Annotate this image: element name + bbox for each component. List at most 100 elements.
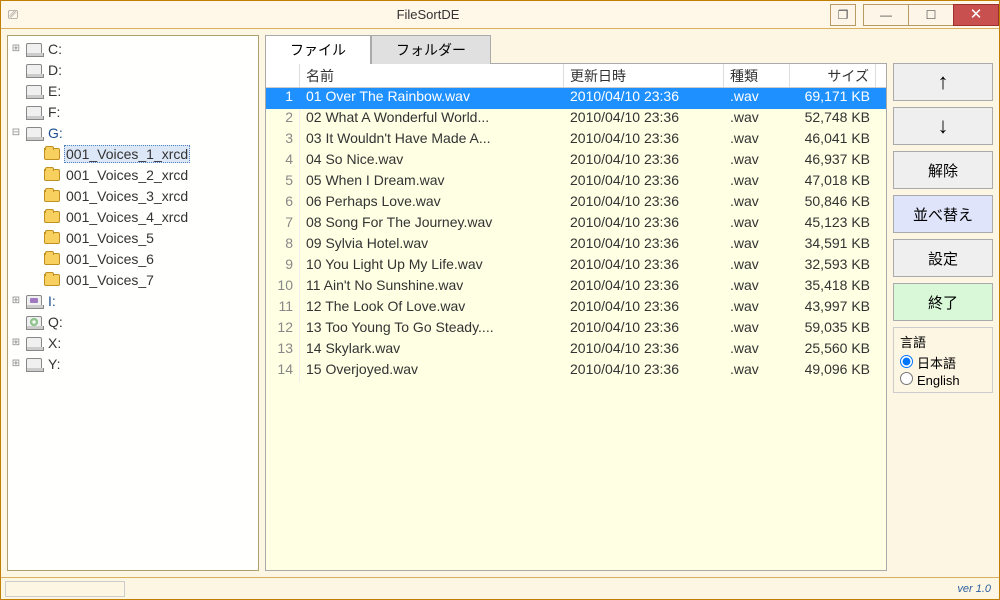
expand-icon[interactable]: ⊞ — [10, 43, 22, 54]
tree-item[interactable]: ⊞Y: — [8, 353, 258, 374]
col-date[interactable]: 更新日時 — [564, 64, 724, 87]
file-row[interactable]: 708 Song For The Journey.wav2010/04/10 2… — [266, 214, 886, 235]
folder-icon — [44, 232, 60, 244]
col-number[interactable] — [266, 64, 300, 87]
file-name: 10 You Light Up My Life.wav — [300, 256, 564, 277]
file-row[interactable]: 1011 Ain't No Sunshine.wav2010/04/10 23:… — [266, 277, 886, 298]
file-size: 46,041 KB — [790, 130, 876, 151]
folder-icon — [44, 253, 60, 265]
file-row[interactable]: 1112 The Look Of Love.wav2010/04/10 23:3… — [266, 298, 886, 319]
unlock-button[interactable]: 解除 — [893, 151, 993, 189]
file-row[interactable]: 202 What A Wonderful World...2010/04/10 … — [266, 109, 886, 130]
tree-label: G: — [46, 125, 65, 141]
move-up-button[interactable]: ↑ — [893, 63, 993, 101]
app-menu-icon[interactable]: ⎚ — [1, 7, 25, 23]
row-number: 13 — [266, 340, 300, 361]
tree-label: 001_Voices_1_xrcd — [64, 145, 190, 163]
row-number: 3 — [266, 130, 300, 151]
tree-item[interactable]: ⊞001_Voices_3_xrcd — [26, 185, 258, 206]
language-group: 言語 日本語 English — [893, 327, 993, 393]
window-title: FileSortDE — [25, 7, 831, 22]
col-name[interactable]: 名前 — [300, 64, 564, 87]
tree-item[interactable]: ⊞Q: — [8, 311, 258, 332]
col-type[interactable]: 種類 — [724, 64, 790, 87]
file-row[interactable]: 101 Over The Rainbow.wav2010/04/10 23:36… — [266, 88, 886, 109]
file-row[interactable]: 910 You Light Up My Life.wav2010/04/10 2… — [266, 256, 886, 277]
lang-en-option[interactable]: English — [900, 372, 986, 388]
tree-item[interactable]: ⊞F: — [8, 101, 258, 122]
file-date: 2010/04/10 23:36 — [564, 151, 724, 172]
file-type: .wav — [724, 256, 790, 277]
file-row[interactable]: 809 Sylvia Hotel.wav2010/04/10 23:36.wav… — [266, 235, 886, 256]
row-number: 8 — [266, 235, 300, 256]
tree-item[interactable]: ⊞ X: — [8, 332, 258, 353]
settings-button[interactable]: 設定 — [893, 239, 993, 277]
tree-label: 001_Voices_4_xrcd — [64, 209, 190, 225]
file-list: 名前 更新日時 種類 サイズ 101 Over The Rainbow.wav2… — [265, 63, 887, 571]
file-type: .wav — [724, 235, 790, 256]
main-panel: ファイル フォルダー 名前 更新日時 種類 サイズ 101 Over The R… — [265, 35, 887, 571]
window-minimize-button[interactable]: — — [863, 4, 909, 26]
file-date: 2010/04/10 23:36 — [564, 319, 724, 340]
tree-item[interactable]: ⊟ G: — [8, 122, 258, 143]
tree-item[interactable]: ⊞001_Voices_4_xrcd — [26, 206, 258, 227]
tree-item[interactable]: ⊞001_Voices_5 — [26, 227, 258, 248]
row-number: 9 — [266, 256, 300, 277]
tree-label: D: — [46, 62, 64, 78]
file-row[interactable]: 404 So Nice.wav2010/04/10 23:36.wav46,93… — [266, 151, 886, 172]
file-type: .wav — [724, 319, 790, 340]
row-number: 5 — [266, 172, 300, 193]
drive-icon — [26, 85, 42, 97]
file-date: 2010/04/10 23:36 — [564, 235, 724, 256]
file-row[interactable]: 1213 Too Young To Go Steady....2010/04/1… — [266, 319, 886, 340]
tree-item[interactable]: ⊞C: — [8, 38, 258, 59]
file-rows: 101 Over The Rainbow.wav2010/04/10 23:36… — [266, 88, 886, 570]
sort-button[interactable]: 並べ替え — [893, 195, 993, 233]
file-name: 02 What A Wonderful World... — [300, 109, 564, 130]
file-row[interactable]: 303 It Wouldn't Have Made A...2010/04/10… — [266, 130, 886, 151]
lang-jp-option[interactable]: 日本語 — [900, 353, 986, 372]
exit-button[interactable]: 終了 — [893, 283, 993, 321]
file-type: .wav — [724, 298, 790, 319]
expand-icon[interactable]: ⊞ — [10, 358, 22, 369]
tree-label: E: — [46, 83, 63, 99]
expand-icon[interactable]: ⊞ — [10, 337, 22, 348]
file-name: 13 Too Young To Go Steady.... — [300, 319, 564, 340]
expand-icon[interactable]: ⊞ — [10, 295, 22, 306]
expand-icon[interactable]: ⊟ — [10, 127, 22, 138]
tree-item[interactable]: ⊞001_Voices_7 — [26, 269, 258, 290]
col-size[interactable]: サイズ — [790, 64, 876, 87]
drive-tree[interactable]: ⊞C:⊞D:⊞E:⊞F:⊟G:⊞001_Voices_1_xrcd⊞001_Vo… — [7, 35, 259, 571]
file-type: .wav — [724, 277, 790, 298]
file-name: 06 Perhaps Love.wav — [300, 193, 564, 214]
tab-folder[interactable]: フォルダー — [371, 35, 491, 64]
tree-item[interactable]: ⊞E: — [8, 80, 258, 101]
file-name: 01 Over The Rainbow.wav — [300, 88, 564, 109]
file-type: .wav — [724, 151, 790, 172]
lang-en-radio[interactable] — [900, 372, 913, 385]
tree-label: X: — [46, 335, 63, 351]
file-size: 69,171 KB — [790, 88, 876, 109]
file-size: 34,591 KB — [790, 235, 876, 256]
folder-icon — [44, 148, 60, 160]
move-down-button[interactable]: ↓ — [893, 107, 993, 145]
file-row[interactable]: 505 When I Dream.wav2010/04/10 23:36.wav… — [266, 172, 886, 193]
file-row[interactable]: 606 Perhaps Love.wav2010/04/10 23:36.wav… — [266, 193, 886, 214]
tree-item[interactable]: ⊞D: — [8, 59, 258, 80]
window-close-button[interactable]: ✕ — [953, 4, 999, 26]
file-date: 2010/04/10 23:36 — [564, 193, 724, 214]
file-type: .wav — [724, 172, 790, 193]
tree-item[interactable]: ⊞001_Voices_2_xrcd — [26, 164, 258, 185]
tab-bar: ファイル フォルダー — [265, 35, 887, 63]
file-row[interactable]: 1314 Skylark.wav2010/04/10 23:36.wav25,5… — [266, 340, 886, 361]
file-row[interactable]: 1415 Overjoyed.wav2010/04/10 23:36.wav49… — [266, 361, 886, 382]
window-maximize-button[interactable]: ☐ — [908, 4, 954, 26]
tree-item[interactable]: ⊞001_Voices_6 — [26, 248, 258, 269]
window-restore-icon[interactable]: ❐ — [830, 4, 856, 26]
tree-item[interactable]: ⊞I: — [8, 290, 258, 311]
lang-jp-radio[interactable] — [900, 355, 913, 368]
tab-file[interactable]: ファイル — [265, 35, 371, 64]
file-date: 2010/04/10 23:36 — [564, 277, 724, 298]
file-date: 2010/04/10 23:36 — [564, 109, 724, 130]
tree-item[interactable]: ⊞001_Voices_1_xrcd — [26, 143, 258, 164]
